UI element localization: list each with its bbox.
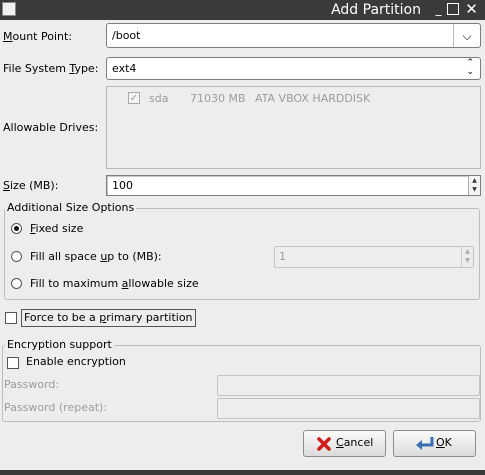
mount-point-value[interactable]: /boot (112, 24, 140, 48)
password-field[interactable] (217, 375, 480, 396)
mount-point-combo[interactable]: /boot ⌵ (106, 23, 481, 48)
drive-name: sda (149, 92, 169, 105)
maximize-icon[interactable] (447, 3, 459, 15)
enable-encryption-label[interactable]: Enable encryption (26, 355, 126, 369)
spin-arrows-icon: ▲ ▼ (461, 247, 473, 267)
filesystem-type-select[interactable]: ext4 ⌃ ⌄ (106, 57, 481, 80)
fill-max-radio[interactable] (11, 278, 22, 289)
fill-up-to-radio[interactable] (11, 251, 22, 262)
primary-partition-label[interactable]: Force to be a primary partition (21, 309, 196, 327)
drive-checkbox[interactable]: ✓ (128, 92, 140, 104)
drive-model: ATA VBOX HARDDISK (255, 92, 371, 105)
updown-arrows-icon: ⌃ ⌄ (466, 58, 474, 77)
size-value[interactable]: 100 (112, 176, 133, 195)
password-label: Password: (4, 378, 60, 391)
password-repeat-label: Password (repeat): (4, 401, 108, 414)
fill-up-to-spinbox[interactable]: 1 ▲ ▼ (274, 246, 474, 268)
fixed-size-radio[interactable] (11, 223, 22, 234)
spin-arrows-icon[interactable]: ▲ ▼ (468, 176, 480, 195)
enter-arrow-icon (416, 437, 434, 450)
window-menu-icon[interactable] (2, 2, 16, 16)
drive-size: 71030 MB (190, 92, 246, 105)
minimize-icon[interactable]: _ (431, 2, 446, 17)
close-icon[interactable]: ✕ (464, 2, 479, 17)
encryption-title: Encryption support (5, 338, 114, 352)
cancel-button-label: Cancel (336, 436, 374, 449)
ok-button-label: OK (436, 436, 452, 449)
size-options-title: Additional Size Options (5, 201, 137, 215)
enable-encryption-checkbox[interactable] (7, 357, 19, 369)
fill-up-to-value: 1 (279, 250, 286, 263)
fixed-size-label[interactable]: Fixed size (30, 222, 83, 236)
filesystem-type-value: ext4 (112, 62, 137, 75)
cancel-button[interactable]: Cancel (303, 430, 386, 457)
filesystem-type-label: File System Type: (3, 62, 99, 75)
window-bottom-border (0, 470, 485, 475)
allowable-drives-label: Allowable Drives: (3, 121, 99, 134)
ok-button[interactable]: OK (393, 430, 476, 457)
fill-up-to-label[interactable]: Fill all space up to (MB): (30, 250, 162, 264)
password-repeat-field[interactable] (217, 398, 480, 419)
fill-max-label[interactable]: Fill to maximum allowable size (30, 277, 199, 291)
primary-partition-checkbox[interactable] (5, 312, 17, 324)
size-spinbox[interactable]: 100 ▲ ▼ (106, 175, 481, 196)
cancel-icon (317, 437, 331, 451)
mount-point-label: Mount Point: (3, 30, 73, 43)
size-label: Size (MB): (3, 179, 59, 192)
drives-list[interactable]: ✓ sda 71030 MB ATA VBOX HARDDISK (106, 86, 481, 169)
window-title: Add Partition (331, 2, 421, 18)
chevron-down-icon[interactable]: ⌵ (453, 24, 480, 47)
title-bar: Add Partition _ ✕ (0, 0, 485, 20)
